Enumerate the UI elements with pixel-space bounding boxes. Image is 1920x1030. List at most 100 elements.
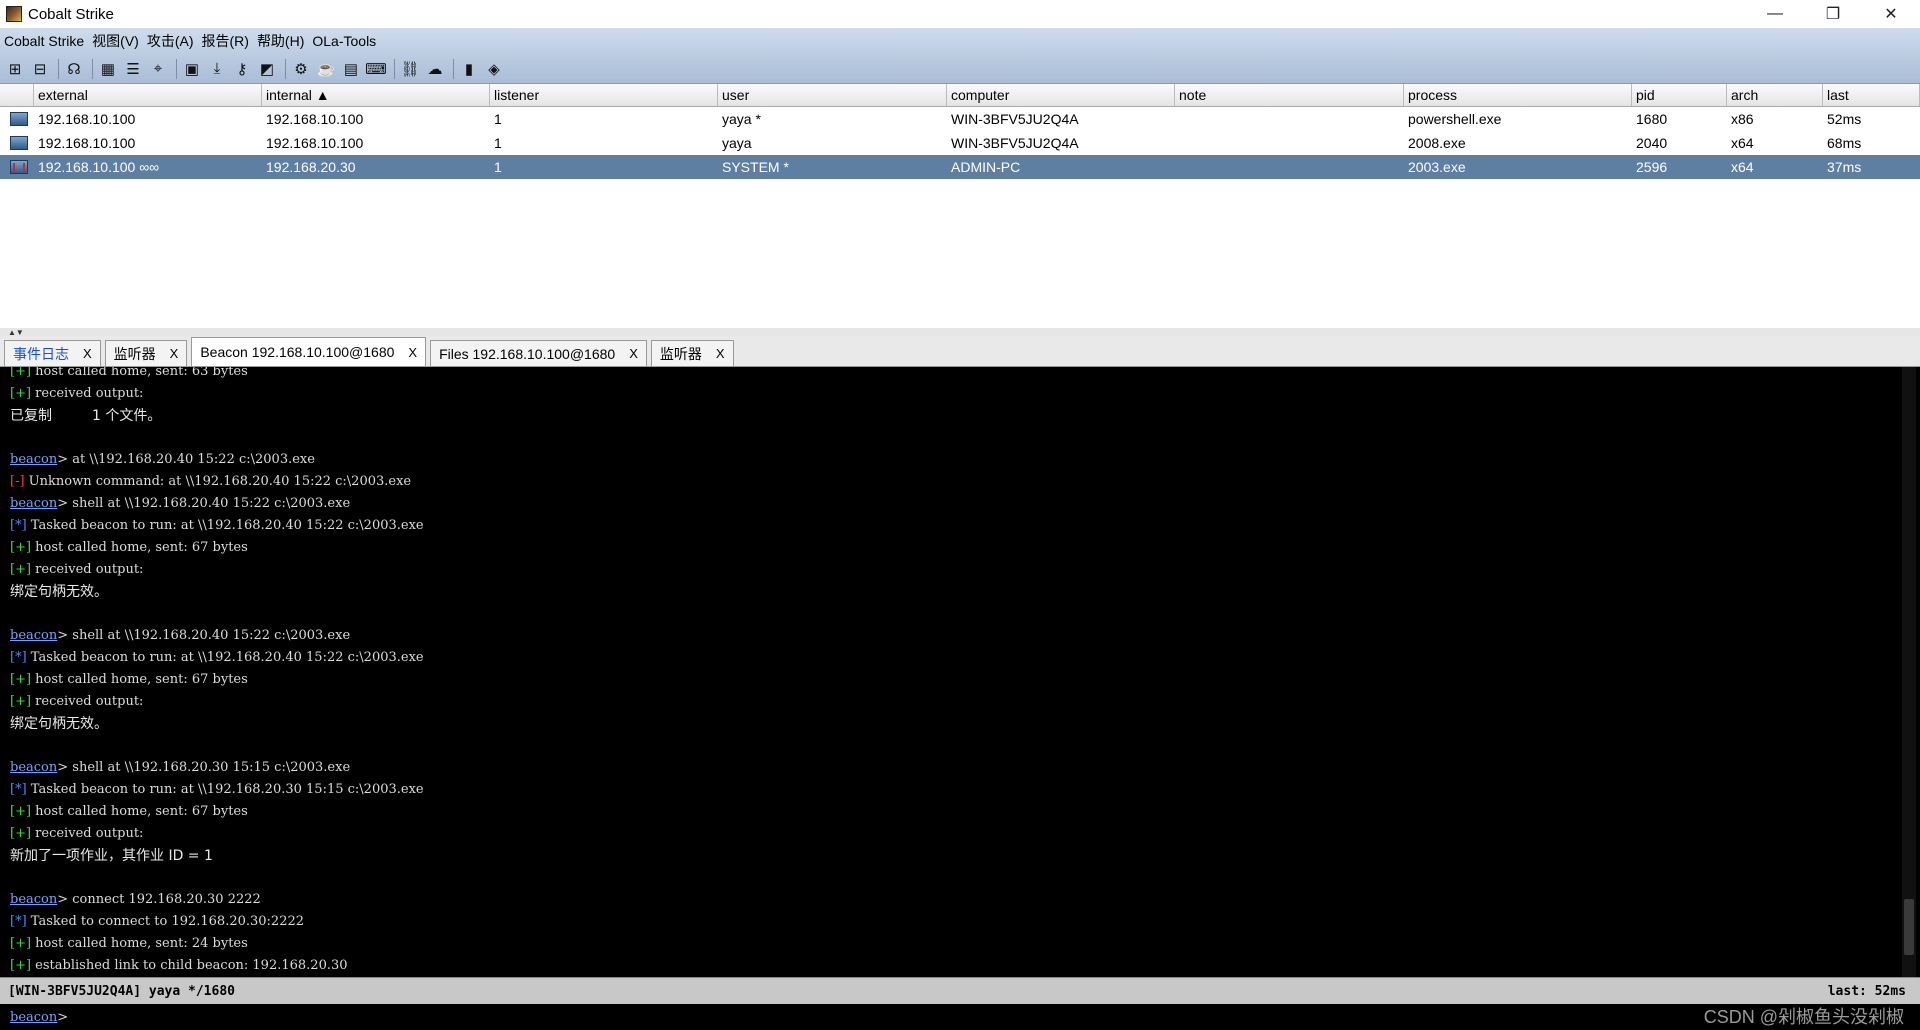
scrollbar-thumb[interactable] bbox=[1904, 899, 1914, 955]
console-line: 绑定句柄无效。 bbox=[10, 713, 1896, 735]
image-icon[interactable]: ▣ bbox=[181, 58, 203, 80]
pane-splitter[interactable]: ▲▼ bbox=[0, 328, 1920, 337]
minus-icon[interactable]: ⊟ bbox=[29, 58, 51, 80]
package-icon[interactable]: ◈ bbox=[483, 58, 505, 80]
console-scrollbar[interactable] bbox=[1902, 367, 1916, 977]
cell-internal: 192.168.20.30 bbox=[266, 159, 356, 175]
download-icon[interactable]: ⤓ bbox=[206, 58, 228, 80]
menu-ola-tools[interactable]: OLa-Tools bbox=[308, 33, 380, 49]
cell-user: yaya * bbox=[722, 111, 761, 127]
cell-user: yaya bbox=[722, 135, 752, 151]
cell-user: SYSTEM * bbox=[722, 159, 789, 175]
close-button[interactable]: ✕ bbox=[1862, 0, 1920, 28]
picture-icon[interactable]: ◩ bbox=[256, 58, 278, 80]
menu-attacks[interactable]: 攻击(A) bbox=[143, 31, 198, 51]
menu-help[interactable]: 帮助(H) bbox=[253, 31, 308, 51]
menu-cobalt-strike[interactable]: Cobalt Strike bbox=[0, 33, 88, 49]
console-text: host called home, sent: 67 bytes bbox=[31, 540, 248, 555]
command-input[interactable] bbox=[68, 1008, 1920, 1026]
toolbar: ⊞ ⊟ ☊ ▦ ☰ ⌖ ▣ ⤓ ⚷ ◩ ⚙ ☕ ▤ ⌨ ⛓ ☁ ▮ ◈ bbox=[0, 54, 1920, 84]
col-listener[interactable]: listener bbox=[490, 84, 718, 106]
book-icon[interactable]: ▮ bbox=[458, 58, 480, 80]
console-line: beacon> shell at \\192.168.20.40 15:22 c… bbox=[10, 625, 1896, 647]
console-tag-ok: [+] bbox=[10, 562, 32, 577]
console-text: Unknown command: at \\192.168.20.40 15:2… bbox=[24, 474, 412, 489]
tab-close-icon[interactable]: X bbox=[170, 346, 179, 361]
gear-icon[interactable]: ⚙ bbox=[290, 58, 312, 80]
console-text: > at \\192.168.20.40 15:22 c:\2003.exe bbox=[57, 452, 315, 467]
document-icon[interactable]: ▤ bbox=[340, 58, 362, 80]
list-icon[interactable]: ☰ bbox=[122, 58, 144, 80]
tab-close-icon[interactable]: X bbox=[408, 345, 417, 360]
console-text: received output: bbox=[31, 562, 144, 577]
tab-files[interactable]: Files 192.168.10.100@1680 X bbox=[430, 340, 647, 366]
col-internal[interactable]: internal ▲ bbox=[262, 84, 490, 106]
input-prompt-symbol: > bbox=[57, 1009, 69, 1025]
cell-last: 68ms bbox=[1827, 135, 1862, 151]
table-row-selected[interactable]: 192.168.10.100 ∞∞ 192.168.20.30 1 SYSTEM… bbox=[0, 155, 1920, 179]
console-tag-ok: [+] bbox=[10, 386, 32, 401]
watermark: CSDN @剁椒鱼头没剁椒 bbox=[1703, 1007, 1904, 1027]
tab-event-log[interactable]: 事件日志 X bbox=[4, 340, 101, 366]
col-process[interactable]: process bbox=[1404, 84, 1632, 106]
graph-icon[interactable]: ▦ bbox=[97, 58, 119, 80]
terminal-icon[interactable]: ⌨ bbox=[365, 58, 387, 80]
input-prompt: beacon bbox=[10, 1009, 58, 1025]
key-icon[interactable]: ⚷ bbox=[231, 58, 253, 80]
tab-close-icon[interactable]: X bbox=[716, 346, 725, 361]
col-computer[interactable]: computer bbox=[947, 84, 1175, 106]
title-bar: Cobalt Strike — ❐ ✕ bbox=[0, 0, 1920, 28]
table-row[interactable]: 192.168.10.100 192.168.10.100 1 yaya * W… bbox=[0, 107, 1920, 131]
console-line: [+] received output: bbox=[10, 559, 1896, 581]
col-note[interactable]: note bbox=[1175, 84, 1404, 106]
cell-internal: 192.168.10.100 bbox=[266, 135, 364, 151]
cell-process: 2008.exe bbox=[1408, 135, 1466, 151]
cell-listener: 1 bbox=[494, 135, 502, 151]
console-line: beacon> connect 192.168.20.30 2222 bbox=[10, 889, 1896, 911]
table-row[interactable]: 192.168.10.100 192.168.10.100 1 yaya WIN… bbox=[0, 131, 1920, 155]
col-icon[interactable] bbox=[0, 84, 34, 106]
tab-close-icon[interactable]: X bbox=[83, 346, 92, 361]
col-user[interactable]: user bbox=[718, 84, 947, 106]
link-icon[interactable]: ⛓ bbox=[399, 58, 421, 80]
console-text: > shell at \\192.168.20.30 15:15 c:\2003… bbox=[57, 760, 351, 775]
console-line: [+] received output: bbox=[10, 383, 1896, 405]
menu-reporting[interactable]: 报告(R) bbox=[198, 31, 253, 51]
console-tag-ok: [+] bbox=[10, 367, 32, 379]
menu-bar: Cobalt Strike 视图(V) 攻击(A) 报告(R) 帮助(H) OL… bbox=[0, 28, 1920, 54]
headphones-icon[interactable]: ☊ bbox=[63, 58, 85, 80]
cloud-icon[interactable]: ☁ bbox=[424, 58, 446, 80]
crosshair-icon[interactable]: ⌖ bbox=[147, 58, 169, 80]
cell-arch: x64 bbox=[1731, 135, 1754, 151]
tab-beacon-console[interactable]: Beacon 192.168.10.100@1680 X bbox=[191, 337, 427, 366]
console-text: established link to child beacon: 192.16… bbox=[31, 958, 348, 973]
col-pid[interactable]: pid bbox=[1632, 84, 1727, 106]
status-last-checkin: last: 52ms bbox=[1827, 983, 1906, 999]
cell-external: 192.168.10.100 bbox=[38, 111, 136, 127]
console-line: 已复制 1 个文件。 bbox=[10, 405, 1896, 427]
console-line: [+] host called home, sent: 67 bytes bbox=[10, 537, 1896, 559]
tab-close-icon[interactable]: X bbox=[629, 346, 638, 361]
console-line: [+] host called home, sent: 24 bytes bbox=[10, 933, 1896, 955]
console-text: 已复制 1 个文件。 bbox=[10, 408, 162, 424]
console-prompt: beacon bbox=[10, 760, 58, 775]
restore-button[interactable]: ❐ bbox=[1804, 0, 1862, 28]
minimize-button[interactable]: — bbox=[1746, 0, 1804, 28]
col-arch[interactable]: arch bbox=[1727, 84, 1823, 106]
console-line: [*] Tasked to connect to 192.168.20.30:2… bbox=[10, 911, 1896, 933]
cell-last: 37ms bbox=[1827, 159, 1862, 175]
tab-listeners[interactable]: 监听器 X bbox=[104, 340, 188, 366]
coffee-icon[interactable]: ☕ bbox=[315, 58, 337, 80]
console-tag-info: [*] bbox=[10, 782, 27, 797]
col-external[interactable]: external bbox=[34, 84, 262, 106]
col-last[interactable]: last bbox=[1823, 84, 1920, 106]
cell-arch: x86 bbox=[1731, 111, 1754, 127]
status-bar: [WIN-3BFV5JU2Q4A] yaya */1680 last: 52ms bbox=[0, 977, 1920, 1004]
menu-view[interactable]: 视图(V) bbox=[88, 31, 143, 51]
console-line: [*] Tasked beacon to run: at \\192.168.2… bbox=[10, 779, 1896, 801]
plus-icon[interactable]: ⊞ bbox=[4, 58, 26, 80]
tab-listeners-2[interactable]: 监听器 X bbox=[650, 340, 734, 366]
beacon-console: [+] host called home, sent: 63 bytes [+] … bbox=[0, 367, 1920, 977]
table-header: external internal ▲ listener user comput… bbox=[0, 84, 1920, 107]
